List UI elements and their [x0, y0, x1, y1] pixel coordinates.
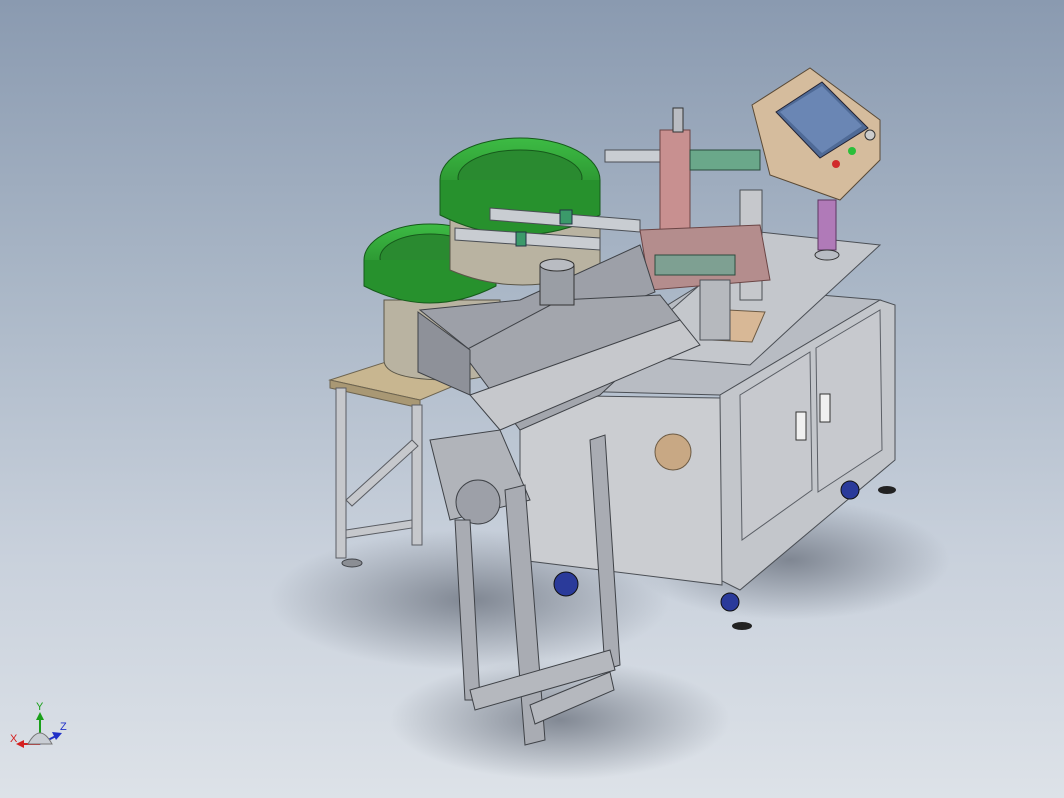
control-panel-hmi: [751, 67, 881, 261]
selector-switch: [864, 129, 876, 141]
cad-viewport[interactable]: X Y Z: [0, 0, 1064, 798]
x-axis-label: X: [10, 733, 18, 745]
machine-3d-model[interactable]: [0, 0, 1064, 798]
caster-wheel: [720, 592, 740, 612]
caster-wheel: [840, 480, 860, 500]
caster-wheel: [553, 571, 579, 597]
leveling-foot: [878, 486, 896, 494]
y-axis-label: Y: [36, 701, 44, 713]
z-axis-label: Z: [60, 721, 67, 733]
red-button: [832, 160, 840, 168]
leveling-foot: [732, 622, 752, 630]
green-button: [848, 147, 856, 155]
axis-triad: X Y Z: [10, 701, 67, 748]
